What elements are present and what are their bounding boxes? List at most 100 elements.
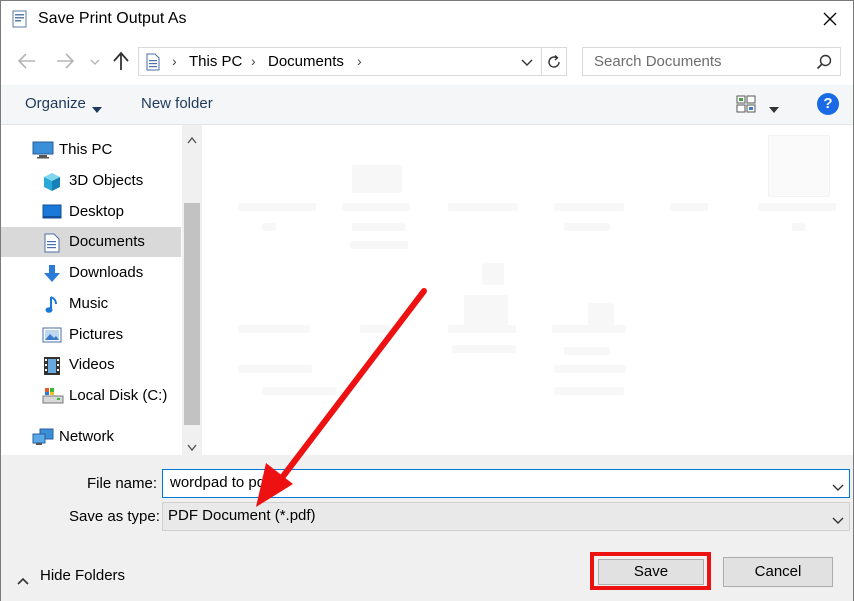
network-icon bbox=[32, 428, 54, 446]
up-arrow-icon[interactable] bbox=[111, 50, 131, 72]
scrollbar-thumb[interactable] bbox=[184, 203, 200, 425]
sidebar-item-label: Network bbox=[59, 428, 115, 445]
faded-file-item bbox=[352, 223, 406, 231]
forward-arrow-icon[interactable] bbox=[53, 51, 77, 71]
computer-icon bbox=[32, 141, 54, 159]
address-bar[interactable]: › This PC › Documents › bbox=[138, 47, 542, 76]
search-icon[interactable] bbox=[816, 54, 832, 70]
film-icon bbox=[43, 356, 63, 375]
faded-file-item bbox=[342, 203, 410, 211]
faded-file-item bbox=[554, 387, 624, 395]
sidebar-item-pictures[interactable]: Pictures bbox=[1, 320, 181, 350]
nav-scrollbar[interactable] bbox=[182, 125, 202, 455]
chevron-down-icon[interactable] bbox=[89, 55, 101, 67]
breadcrumb-documents[interactable]: Documents bbox=[268, 53, 344, 70]
faded-file-item bbox=[588, 303, 614, 325]
chevron-down-icon[interactable] bbox=[832, 479, 844, 491]
document-icon bbox=[145, 53, 161, 71]
faded-file-item bbox=[352, 165, 402, 193]
faded-file-item bbox=[238, 365, 312, 373]
chevron-right-icon[interactable]: › bbox=[357, 53, 362, 69]
save-dialog-window: Save Print Output As › This PC › Documen… bbox=[0, 0, 854, 601]
faded-file-item bbox=[554, 365, 626, 373]
chevron-up-icon bbox=[17, 572, 29, 585]
file-name-field[interactable]: wordpad to pdf bbox=[162, 469, 850, 498]
navigation-row: › This PC › Documents › Search Documents bbox=[1, 37, 853, 85]
file-name-value[interactable]: wordpad to pdf bbox=[170, 474, 269, 491]
save-type-select[interactable]: PDF Document (*.pdf) bbox=[162, 502, 850, 531]
sidebar-item-label: Local Disk (C:) bbox=[69, 387, 168, 404]
cube-icon bbox=[42, 172, 62, 191]
new-folder-button[interactable]: New folder bbox=[141, 95, 213, 112]
faded-file-item bbox=[350, 241, 408, 249]
close-button[interactable] bbox=[807, 1, 853, 37]
faded-file-item bbox=[262, 387, 336, 395]
faded-file-item bbox=[768, 135, 830, 197]
back-arrow-icon[interactable] bbox=[15, 51, 39, 71]
document-icon bbox=[43, 233, 63, 253]
breadcrumb-this-pc[interactable]: This PC bbox=[189, 53, 242, 70]
printer-document-icon bbox=[12, 10, 28, 28]
faded-file-item bbox=[758, 203, 836, 211]
sidebar-item-label: Videos bbox=[69, 356, 115, 373]
faded-file-item bbox=[792, 223, 806, 231]
sidebar-item-label: Pictures bbox=[69, 326, 124, 343]
sidebar-item-3d-objects[interactable]: 3D Objects bbox=[1, 166, 181, 196]
command-toolbar: Organize New folder ? bbox=[1, 85, 853, 125]
faded-file-item bbox=[262, 223, 276, 231]
refresh-button[interactable] bbox=[542, 47, 567, 76]
faded-file-item bbox=[554, 203, 624, 211]
file-list-pane[interactable] bbox=[202, 125, 853, 455]
title-bar: Save Print Output As bbox=[1, 1, 853, 37]
faded-file-item bbox=[482, 263, 504, 285]
sidebar-item-network[interactable]: Network bbox=[1, 422, 181, 452]
picture-icon bbox=[42, 326, 62, 344]
view-options-icon[interactable] bbox=[736, 95, 756, 113]
window-title: Save Print Output As bbox=[38, 10, 187, 27]
faded-file-item bbox=[238, 203, 316, 211]
chevron-down-icon[interactable] bbox=[187, 439, 197, 452]
sidebar-item-desktop[interactable]: Desktop bbox=[1, 197, 181, 227]
chevron-up-icon[interactable] bbox=[187, 131, 197, 144]
chevron-right-icon[interactable]: › bbox=[172, 53, 177, 69]
faded-file-item bbox=[564, 347, 610, 355]
sidebar-item-music[interactable]: Music bbox=[1, 289, 181, 319]
faded-file-item bbox=[448, 203, 518, 211]
caret-down-icon[interactable] bbox=[769, 100, 779, 113]
search-input[interactable]: Search Documents bbox=[582, 47, 841, 76]
music-note-icon bbox=[44, 295, 64, 313]
sidebar-item-label: 3D Objects bbox=[69, 172, 144, 189]
caret-down-icon[interactable] bbox=[92, 100, 102, 113]
sidebar-item-label: This PC bbox=[59, 141, 113, 158]
faded-file-item bbox=[564, 223, 610, 231]
sidebar-item-this-pc[interactable]: This PC bbox=[1, 135, 181, 165]
sidebar-item-label: Desktop bbox=[69, 203, 125, 220]
sidebar-item-local-disk[interactable]: Local Disk (C:) bbox=[1, 381, 181, 411]
navigation-pane: This PC 3D Objects Desktop Documents Dow… bbox=[1, 125, 202, 455]
faded-file-item bbox=[552, 325, 626, 333]
close-icon bbox=[823, 12, 837, 26]
cancel-button[interactable]: Cancel bbox=[723, 557, 833, 587]
sidebar-item-label: Music bbox=[69, 295, 109, 312]
sidebar-item-downloads[interactable]: Downloads bbox=[1, 258, 181, 288]
chevron-down-icon[interactable] bbox=[519, 54, 535, 70]
refresh-icon bbox=[548, 54, 560, 68]
faded-file-item bbox=[670, 203, 708, 211]
sidebar-item-documents[interactable]: Documents bbox=[1, 227, 181, 257]
sidebar-item-videos[interactable]: Videos bbox=[1, 350, 181, 380]
faded-file-item bbox=[452, 345, 516, 353]
save-button[interactable]: Save bbox=[598, 559, 704, 585]
faded-file-item bbox=[464, 295, 508, 325]
hide-folders-label: Hide Folders bbox=[40, 567, 126, 584]
organize-button[interactable]: Organize bbox=[25, 95, 86, 112]
faded-file-item bbox=[360, 325, 390, 333]
help-button[interactable]: ? bbox=[817, 93, 839, 115]
faded-file-item bbox=[238, 325, 310, 333]
faded-file-item bbox=[448, 325, 516, 333]
file-name-label: File name: bbox=[87, 475, 158, 492]
dialog-footer: File name: wordpad to pdf Save as type: … bbox=[1, 455, 853, 601]
save-type-label: Save as type: bbox=[69, 508, 160, 525]
search-placeholder: Search Documents bbox=[594, 53, 722, 70]
chevron-right-icon[interactable]: › bbox=[251, 53, 256, 69]
chevron-down-icon[interactable] bbox=[832, 512, 844, 524]
